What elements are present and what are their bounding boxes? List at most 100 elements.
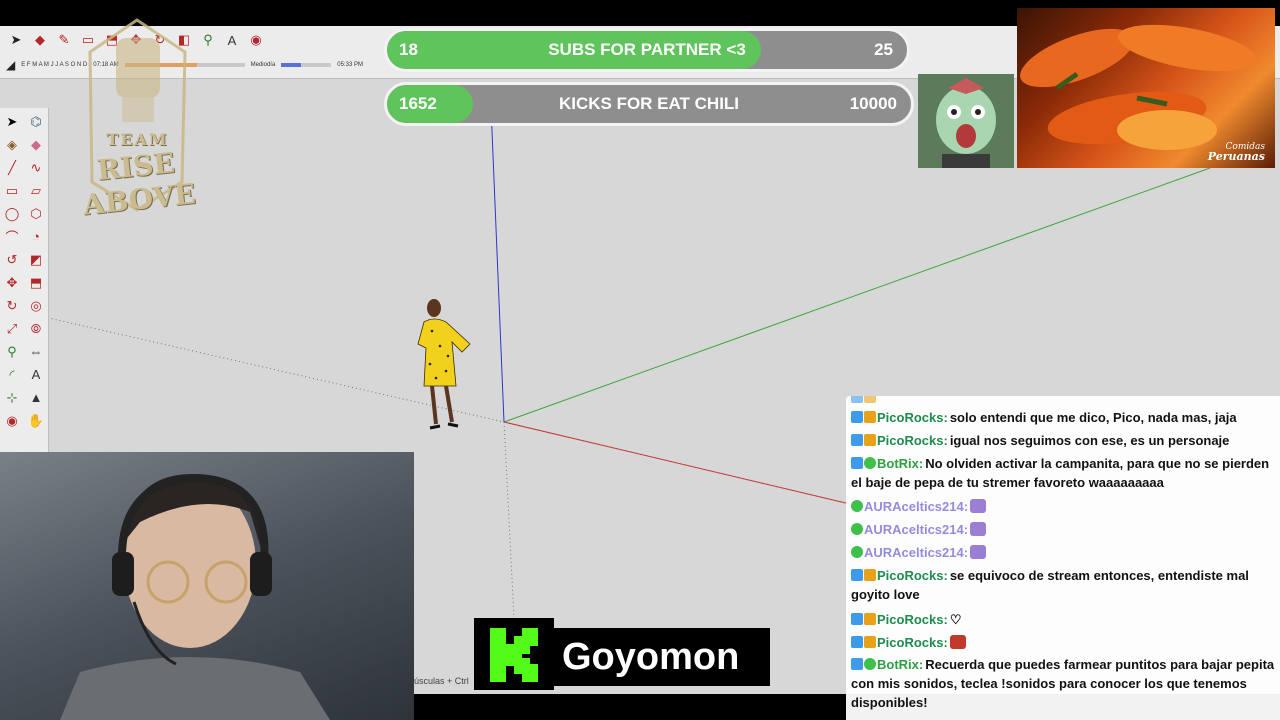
orbit-icon[interactable]: ◉ <box>246 30 266 50</box>
kick-streamer-banner: Goyomon <box>474 618 770 690</box>
protractor-icon[interactable]: ◜ <box>0 363 24 386</box>
3d-text-icon[interactable]: ▲ <box>24 386 48 409</box>
polygon-icon[interactable]: ⬡ <box>24 202 48 225</box>
time-slider-2[interactable] <box>281 63 332 67</box>
arc-icon[interactable]: ⌒ <box>0 225 24 248</box>
chat-message: AURAceltics214: <box>851 543 1275 562</box>
kick-badge-icon <box>851 396 863 403</box>
chat-username[interactable]: AURAceltics214: <box>864 545 968 560</box>
green-axis <box>503 167 1211 423</box>
chat-username[interactable]: PicoRocks: <box>877 635 948 650</box>
food-caption-line2: Peruanas <box>1207 150 1265 163</box>
streamer-webcam-icon <box>60 473 330 720</box>
chat-username[interactable]: AURAceltics214: <box>864 522 968 537</box>
red-axis <box>503 421 851 505</box>
kicks-goal-target: 10000 <box>849 94 897 113</box>
chat-text: solo entendi que me dico, Pico, nada mas… <box>949 410 1237 425</box>
chat-username[interactable]: PicoRocks: <box>877 410 948 425</box>
select-tool-icon[interactable]: ➤ <box>6 30 26 50</box>
crown-badge-icon <box>864 396 876 403</box>
chat-username[interactable]: PicoRocks: <box>877 568 948 583</box>
kick-badge-icon <box>851 457 863 469</box>
circle-icon[interactable]: ◯ <box>0 202 24 225</box>
crown-badge-icon <box>864 613 876 625</box>
eraser-icon[interactable]: ◆ <box>24 133 48 156</box>
axes-icon[interactable]: ⊹ <box>0 386 24 409</box>
crown-badge-icon <box>864 569 876 581</box>
shadow-toggle-icon[interactable]: ◢ <box>6 58 15 72</box>
kick-badge-icon <box>851 411 863 423</box>
webcam-feed <box>0 452 414 720</box>
dimension-icon[interactable]: ⇔ <box>24 340 48 363</box>
chat-message-partial <box>851 396 1275 407</box>
paint-icon[interactable]: ◈ <box>0 133 24 156</box>
chat-username[interactable]: PicoRocks: <box>877 612 948 627</box>
chili-peppers-image: Comidas Peruanas <box>1017 8 1275 168</box>
move-icon[interactable]: ✥ <box>0 271 24 294</box>
freehand-icon[interactable]: ∿ <box>24 156 48 179</box>
arc3-icon[interactable]: ↺ <box>0 248 24 271</box>
bot-badge-icon <box>851 523 863 535</box>
kicks-goal-label: KICKS FOR EAT CHILI <box>558 94 740 113</box>
chat-username[interactable]: AURAceltics214: <box>864 499 968 514</box>
axis-dotted-down <box>503 421 515 619</box>
chat-username[interactable]: BotRix: <box>877 456 923 471</box>
streamer-name: Goyomon <box>562 635 740 678</box>
team-logo: TEAM RISE ABOVE <box>70 12 205 222</box>
team-logo-line2: RISE ABOVE <box>81 146 198 222</box>
push-pull-icon[interactable]: ⬒ <box>24 271 48 294</box>
crown-badge-icon <box>864 434 876 446</box>
time-mid-label: Mediodía <box>250 62 276 68</box>
food-caption: Comidas Peruanas <box>1208 142 1265 162</box>
component-icon[interactable]: ⌬ <box>24 110 48 133</box>
goblin-avatar-icon <box>918 74 1014 168</box>
kick-name-box: Goyomon <box>554 628 770 686</box>
rotate-icon[interactable]: ↻ <box>0 294 24 317</box>
chat-message: PicoRocks: ♡ <box>851 610 1275 629</box>
chat-message: BotRix: Recuerda que puedes farmear punti… <box>851 655 1275 712</box>
bot-badge-icon <box>864 658 876 670</box>
eraser-icon[interactable]: ◆ <box>30 30 50 50</box>
emote-icon <box>970 545 987 559</box>
subs-goal-target: 25 <box>874 40 893 59</box>
chat-message: PicoRocks: <box>851 633 1275 652</box>
bot-badge-icon <box>864 457 876 469</box>
person-figure <box>417 299 471 430</box>
tape-icon[interactable]: ⚲ <box>0 340 24 363</box>
crown-badge-icon <box>864 636 876 648</box>
rotated-rect-icon[interactable]: ▱ <box>24 179 48 202</box>
scale-icon[interactable]: ⤢ <box>0 317 24 340</box>
chat-panel: PicoRocks: solo entendi que me dico, Pico… <box>846 396 1280 720</box>
time-end-label: 05:33 PM <box>337 62 363 68</box>
offset-icon[interactable]: ⦾ <box>24 317 48 340</box>
pie-icon[interactable]: ◔ <box>24 225 48 248</box>
bot-badge-icon <box>851 546 863 558</box>
text-tool-icon[interactable]: A <box>222 30 242 50</box>
follow-icon[interactable]: ◎ <box>24 294 48 317</box>
chat-username[interactable]: PicoRocks: <box>877 433 948 448</box>
line-icon[interactable]: ╱ <box>0 156 24 179</box>
chat-message: PicoRocks: igual nos seguimos con ese, es… <box>851 431 1275 450</box>
text-icon[interactable]: A <box>24 363 48 386</box>
select-icon[interactable]: ➤ <box>0 110 24 133</box>
chat-message: AURAceltics214: <box>851 497 1275 516</box>
kick-logo-icon <box>474 618 554 690</box>
emote-icon <box>949 635 966 649</box>
chat-message: AURAceltics214: <box>851 520 1275 539</box>
sketchup-left-toolbar: ➤ ⌬ ◈ ◆ ╱ ∿ ▭ ▱ ◯ ⬡ ⌒ ◔ ↺ ◩ ✥ ⬒ ↻ ◎ ⤢ ⦾ … <box>0 108 49 454</box>
follow-me-icon[interactable]: ◩ <box>24 248 48 271</box>
subs-goal-bar: 18 SUBS FOR PARTNER <3 25 <box>384 28 910 72</box>
emote-icon <box>970 499 987 513</box>
blue-axis <box>489 81 505 423</box>
chat-username[interactable]: BotRix: <box>877 657 923 672</box>
pan-icon[interactable]: ✋ <box>24 409 48 432</box>
chat-message: PicoRocks: solo entendi que me dico, Pico… <box>851 408 1275 427</box>
kick-badge-icon <box>851 434 863 446</box>
chat-message: PicoRocks: se equivoco de stream entonces… <box>851 566 1275 604</box>
orbit-icon[interactable]: ◉ <box>0 409 24 432</box>
rectangle-icon[interactable]: ▭ <box>0 179 24 202</box>
subs-goal-label: SUBS FOR PARTNER <3 <box>548 40 746 59</box>
kick-badge-icon <box>851 636 863 648</box>
kick-badge-icon <box>851 658 863 670</box>
chat-text: ♡ <box>949 612 962 627</box>
